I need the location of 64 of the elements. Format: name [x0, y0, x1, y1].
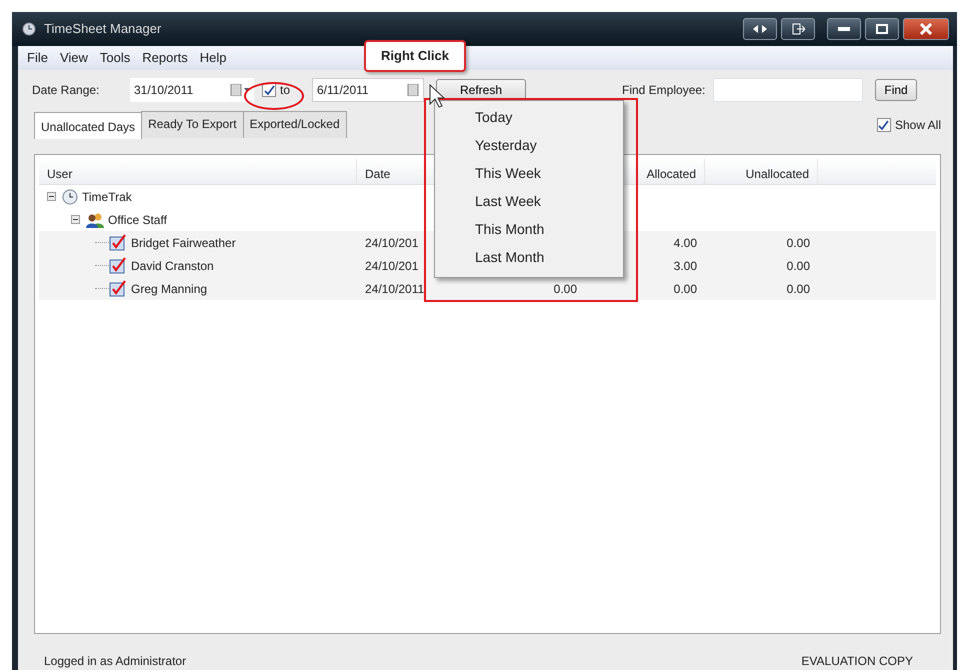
checklist-icon — [109, 234, 127, 251]
end-date-field[interactable]: 6/11/2011 — [312, 78, 424, 102]
find-employee-field[interactable] — [713, 78, 864, 102]
maximize-button[interactable] — [865, 18, 899, 40]
calendar-icon[interactable] — [230, 84, 250, 96]
menu-item[interactable]: Tools — [94, 48, 136, 68]
export-icon[interactable] — [781, 18, 815, 40]
user-name: Greg Manning — [131, 280, 208, 298]
start-date-field[interactable]: 31/10/2011 — [130, 78, 254, 102]
checklist-icon — [109, 280, 127, 297]
to-label: to — [280, 82, 292, 99]
column-header[interactable]: Unallocated — [705, 159, 818, 184]
people-icon — [86, 212, 104, 228]
app-icon — [22, 22, 36, 36]
calendar-icon[interactable] — [407, 84, 419, 96]
callout-label: Right Click — [364, 40, 466, 72]
context-menu-item[interactable]: This Month — [475, 215, 623, 243]
close-button[interactable] — [903, 18, 949, 40]
context-menu-item[interactable]: Yesterday — [475, 131, 623, 159]
minimize-icon — [838, 27, 850, 31]
cursor-icon — [429, 84, 445, 108]
user-name: Bridget Fairweather — [131, 234, 236, 252]
tab[interactable]: Unallocated Days — [34, 112, 142, 139]
context-menu-item[interactable]: Last Month — [475, 243, 623, 271]
tree-node-label[interactable]: Office Staff — [108, 210, 167, 228]
tab[interactable]: Exported/Locked — [242, 111, 347, 138]
maximize-icon — [876, 24, 888, 34]
find-button[interactable]: Find — [875, 79, 917, 101]
end-date-checkbox[interactable] — [262, 83, 276, 97]
show-all-label: Show All — [894, 117, 941, 134]
clock-icon — [62, 188, 78, 204]
close-icon — [920, 23, 932, 35]
menu-item[interactable]: Reports — [137, 48, 193, 68]
tree-node-label[interactable]: TimeTrak — [82, 188, 132, 206]
value-cell-text: 0.00 — [786, 258, 811, 274]
value-cell-text: 0.00 — [786, 234, 811, 252]
minimize-button[interactable] — [827, 18, 861, 40]
value-cell-text: 4.00 — [672, 234, 698, 252]
menu-item[interactable]: File — [22, 48, 53, 68]
tab[interactable]: Ready To Export — [141, 111, 244, 138]
user-name: David Cranston — [131, 258, 214, 274]
value-cell-text: 0.00 — [672, 280, 698, 298]
find-employee-label: Find Employee: — [622, 82, 706, 99]
checklist-icon — [109, 257, 127, 274]
menu-item[interactable]: Help — [194, 48, 232, 68]
date-cell-text: 24/10/2011 — [364, 280, 426, 298]
status-text: EVALUATION COPY — [801, 653, 913, 670]
collapse-icon[interactable] — [47, 192, 56, 201]
collapse-icon[interactable] — [71, 215, 80, 224]
value-cell-text: 0.00 — [786, 280, 811, 298]
window-title: TimeSheet Manager — [44, 20, 162, 38]
context-menu-item[interactable]: Today — [475, 103, 623, 131]
highlight-ring — [244, 82, 304, 110]
swap-icon[interactable] — [743, 18, 777, 40]
menu-item[interactable]: View — [54, 48, 93, 68]
date-cell-text: 24/10/201 — [364, 258, 420, 274]
status-text: Logged in as Administrator — [44, 653, 186, 670]
context-menu-item[interactable]: Last Week — [475, 187, 623, 215]
value-cell-text: 3.00 — [672, 258, 698, 274]
date-cell-text: 24/10/201 — [364, 234, 420, 252]
value-cell-text: 0.00 — [552, 280, 578, 298]
date-range-label: Date Range: — [32, 82, 100, 99]
column-header[interactable]: User — [39, 159, 357, 184]
show-all-checkbox[interactable] — [876, 118, 891, 132]
